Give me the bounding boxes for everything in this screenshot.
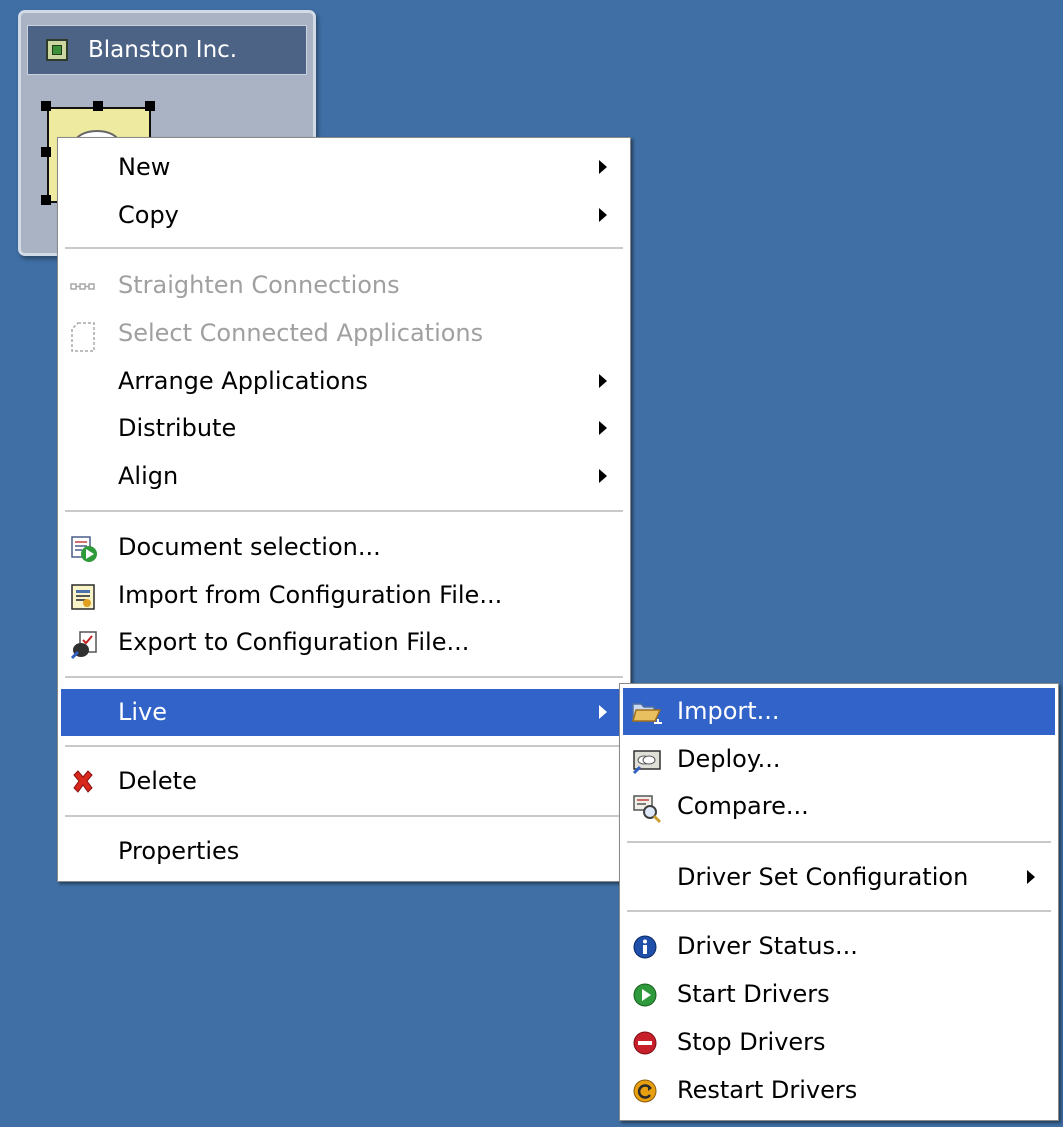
straighten-connections-icon (70, 273, 96, 299)
export-config-icon (70, 630, 97, 660)
menu-item-label: Driver Set Configuration (677, 863, 969, 891)
submenu-arrow-icon (599, 208, 607, 222)
menu-item-label: Live (118, 698, 168, 726)
menu-item-compare[interactable]: Compare... (623, 783, 1055, 830)
start-icon (632, 982, 658, 1008)
submenu-arrow-icon (599, 421, 607, 435)
deploy-icon (632, 747, 661, 775)
menu-item-label: Properties (118, 837, 240, 865)
menu-separator (627, 841, 1051, 843)
driver-set-titlebar[interactable]: Blanston Inc. (27, 25, 307, 75)
menu-item-properties[interactable]: Properties (61, 828, 627, 875)
selection-handle[interactable] (41, 147, 51, 157)
submenu-arrow-icon (599, 160, 607, 174)
submenu-arrow-icon (599, 705, 607, 719)
import-config-icon (70, 583, 96, 610)
document-selection-icon (70, 535, 97, 562)
designer-canvas[interactable]: Blanston Inc. New Copy Straighten Connec… (0, 0, 1063, 1127)
folder-open-icon (632, 699, 662, 725)
menu-item-stop-drivers[interactable]: Stop Drivers (623, 1019, 1055, 1066)
menu-item-label: Distribute (118, 414, 237, 442)
submenu-arrow-icon (1027, 870, 1035, 884)
selection-handle[interactable] (41, 195, 51, 205)
menu-item-copy[interactable]: Copy (61, 192, 627, 239)
menu-item-driver-set-configuration[interactable]: Driver Set Configuration (623, 854, 1055, 901)
menu-item-label: Import... (677, 697, 780, 725)
menu-item-label: Driver Status... (677, 932, 858, 960)
driver-set-icon (46, 39, 68, 61)
menu-item-align[interactable]: Align (61, 453, 627, 500)
menu-separator (65, 745, 623, 747)
menu-item-document-selection[interactable]: Document selection... (61, 524, 627, 571)
menu-item-label: Deploy... (677, 745, 781, 773)
menu-item-label: Align (118, 462, 179, 490)
menu-item-label: New (118, 153, 171, 181)
menu-item-label: Start Drivers (677, 980, 830, 1008)
menu-item-live[interactable]: Live (61, 689, 627, 736)
menu-separator (65, 815, 623, 817)
menu-item-label: Arrange Applications (118, 367, 368, 395)
menu-item-restart-drivers[interactable]: Restart Drivers (623, 1067, 1055, 1114)
restart-icon (632, 1078, 658, 1104)
menu-item-select-connected-applications[interactable]: Select Connected Applications (61, 310, 627, 357)
stop-icon (632, 1030, 658, 1056)
menu-separator (65, 247, 623, 249)
selection-handle[interactable] (41, 101, 51, 111)
menu-item-arrange-applications[interactable]: Arrange Applications (61, 358, 627, 405)
driver-set-title: Blanston Inc. (88, 37, 238, 63)
menu-item-label: Export to Configuration File... (118, 628, 470, 656)
menu-item-label: Document selection... (118, 533, 381, 561)
info-icon (632, 934, 658, 960)
menu-item-export-to-configuration-file[interactable]: Export to Configuration File... (61, 619, 627, 666)
menu-item-start-drivers[interactable]: Start Drivers (623, 971, 1055, 1018)
selection-handle[interactable] (93, 101, 103, 111)
menu-item-delete[interactable]: Delete (61, 758, 627, 805)
compare-icon (632, 794, 662, 824)
selection-handle[interactable] (145, 101, 155, 111)
menu-item-label: Restart Drivers (677, 1076, 858, 1104)
menu-separator (627, 910, 1051, 912)
delete-icon (70, 769, 96, 795)
select-connected-icon (70, 321, 96, 352)
submenu-arrow-icon (599, 469, 607, 483)
menu-item-import-from-configuration-file[interactable]: Import from Configuration File... (61, 572, 627, 619)
context-menu: New Copy Straighten Connections Select C… (57, 137, 631, 882)
menu-item-deploy[interactable]: Deploy... (623, 736, 1055, 783)
menu-separator (65, 676, 623, 678)
menu-item-straighten-connections[interactable]: Straighten Connections (61, 262, 627, 309)
submenu-arrow-icon (599, 374, 607, 388)
menu-item-label: Delete (118, 767, 197, 795)
menu-item-label: Copy (118, 201, 179, 229)
menu-item-label: Select Connected Applications (118, 319, 484, 347)
menu-item-label: Compare... (677, 792, 809, 820)
menu-item-new[interactable]: New (61, 144, 627, 191)
live-submenu: Import... Deploy... Compare... Driver Se… (619, 683, 1059, 1121)
menu-item-driver-status[interactable]: Driver Status... (623, 923, 1055, 970)
menu-item-import[interactable]: Import... (623, 688, 1055, 735)
menu-item-label: Straighten Connections (118, 271, 400, 299)
menu-separator (65, 510, 623, 512)
menu-item-label: Stop Drivers (677, 1028, 826, 1056)
menu-item-distribute[interactable]: Distribute (61, 405, 627, 452)
menu-item-label: Import from Configuration File... (118, 581, 503, 609)
